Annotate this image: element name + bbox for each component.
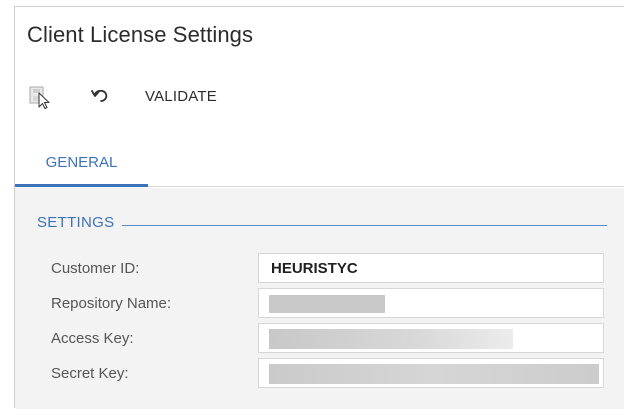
- section-header-settings: SETTINGS: [37, 214, 607, 231]
- redacted-value: [269, 295, 385, 313]
- section-divider: [122, 225, 607, 226]
- toolbar: VALIDATE: [27, 83, 217, 109]
- undo-icon: [91, 89, 108, 102]
- redacted-value: [269, 364, 599, 384]
- undo-button[interactable]: [87, 83, 113, 109]
- customer-id-input[interactable]: HEURISTYC: [258, 253, 604, 283]
- form-frame: Client License Settings VALIDATE GENERAL…: [14, 6, 624, 409]
- save-icon: [29, 86, 50, 109]
- section-title: SETTINGS: [37, 214, 115, 231]
- access-key-label: Access Key:: [51, 329, 134, 347]
- field-row-secret-key: Secret Key:: [15, 357, 624, 389]
- field-row-repository-name: Repository Name:: [15, 287, 624, 319]
- tab-general[interactable]: GENERAL: [15, 141, 148, 187]
- validate-button[interactable]: VALIDATE: [145, 83, 217, 109]
- save-button[interactable]: [27, 83, 53, 109]
- field-row-customer-id: Customer ID: HEURISTYC: [15, 252, 624, 284]
- settings-panel: SETTINGS Customer ID: HEURISTYC Reposito…: [15, 188, 624, 409]
- customer-id-label: Customer ID:: [51, 259, 140, 277]
- repository-name-input[interactable]: [258, 288, 604, 318]
- secret-key-label: Secret Key:: [51, 364, 129, 382]
- secret-key-input[interactable]: [258, 358, 604, 388]
- repository-name-label: Repository Name:: [51, 294, 172, 312]
- page-title: Client License Settings: [27, 22, 254, 47]
- redacted-value: [269, 329, 513, 349]
- access-key-input[interactable]: [258, 323, 604, 353]
- tab-bar: GENERAL: [15, 141, 624, 187]
- field-row-access-key: Access Key:: [15, 322, 624, 354]
